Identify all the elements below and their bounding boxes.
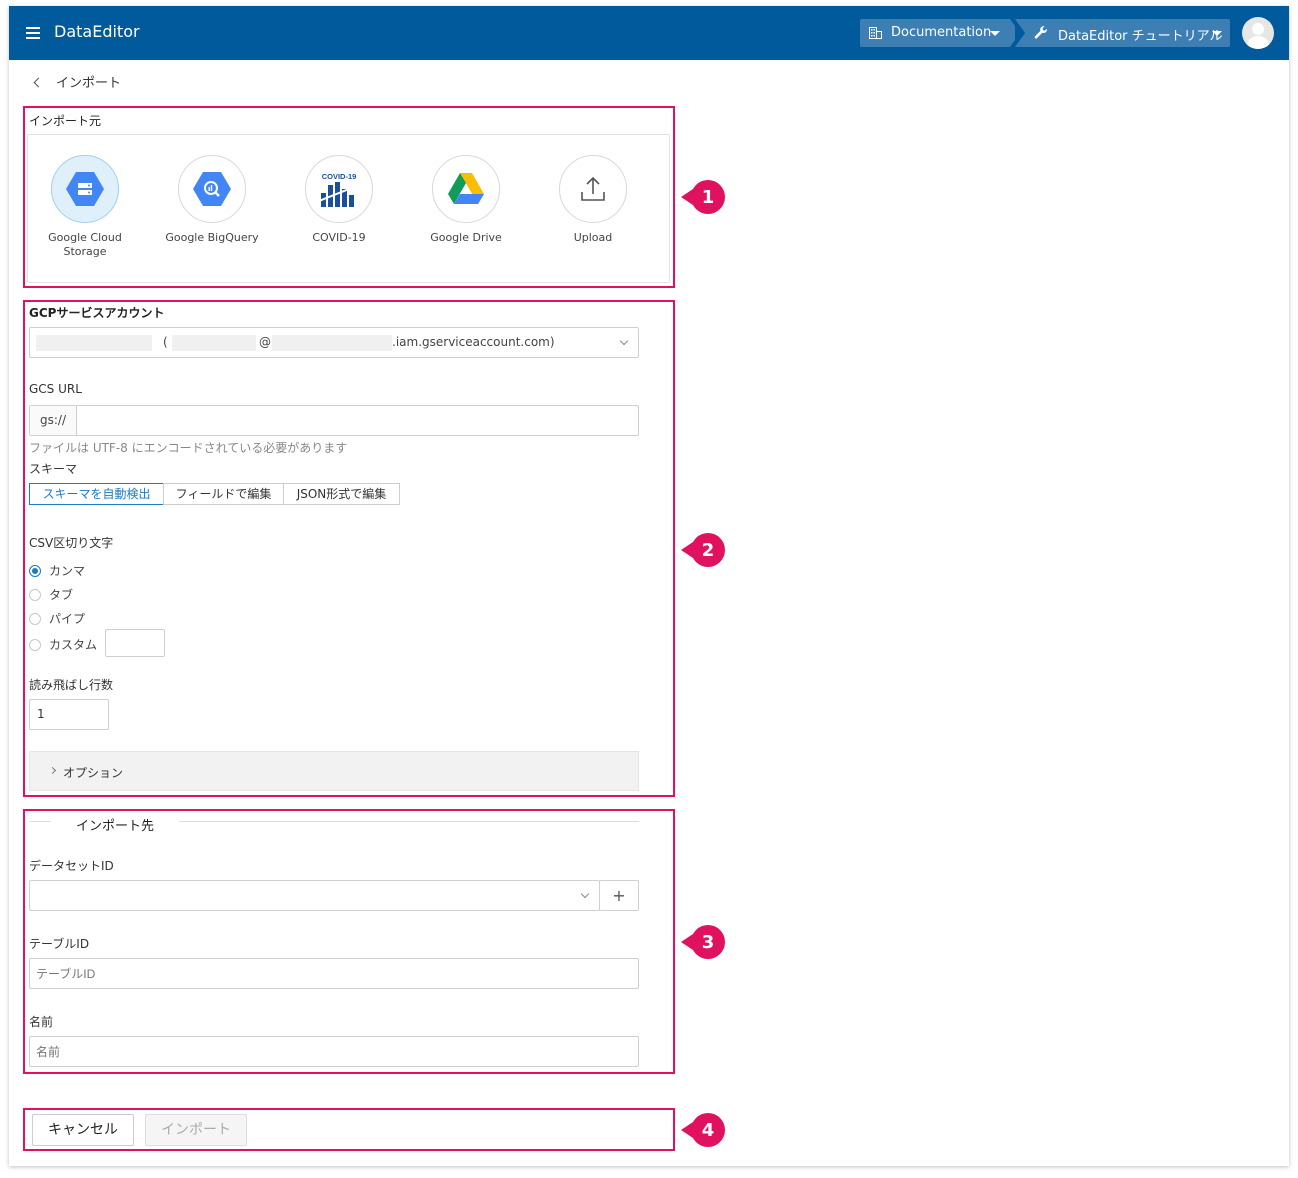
back-chevron-icon[interactable] bbox=[33, 77, 44, 88]
gcs-url-input[interactable]: gs:// bbox=[29, 405, 639, 436]
hamburger-menu-icon[interactable] bbox=[26, 27, 40, 39]
caret-down-icon bbox=[1212, 31, 1222, 36]
google-drive-icon bbox=[448, 173, 484, 204]
callout-badge-4: 4 bbox=[681, 1113, 725, 1147]
chevron-right-icon bbox=[48, 766, 57, 775]
skip-rows-input[interactable]: 1 bbox=[29, 699, 109, 730]
source-options: Google Cloud Storage Google BigQuery COV… bbox=[27, 134, 670, 283]
schema-tab-fields[interactable]: フィールドで編集 bbox=[163, 483, 284, 505]
covid19-icon: COVID-19 bbox=[319, 172, 359, 207]
dataset-id-select[interactable] bbox=[29, 880, 600, 911]
user-avatar[interactable] bbox=[1242, 17, 1274, 49]
callout-badge-3: 3 bbox=[681, 925, 725, 959]
page-header: インポート bbox=[33, 72, 122, 91]
source-option-label: Google BigQuery bbox=[165, 231, 259, 244]
service-account-select[interactable]: ( @ .iam.gserviceaccount.com) bbox=[29, 327, 639, 358]
gcs-url-label: GCS URL bbox=[29, 382, 82, 396]
schema-label: スキーマ bbox=[29, 462, 78, 476]
skip-rows-label: 読み飛ばし行数 bbox=[29, 678, 114, 692]
bigquery-icon bbox=[193, 172, 231, 206]
custom-delimiter-input[interactable] bbox=[105, 629, 165, 657]
cancel-button[interactable]: キャンセル bbox=[32, 1114, 134, 1146]
radio-button[interactable] bbox=[29, 638, 41, 651]
source-section-label: インポート元 bbox=[29, 114, 102, 128]
import-button[interactable]: インポート bbox=[145, 1114, 247, 1146]
breadcrumb-project-label: Documentation bbox=[891, 25, 992, 40]
divider bbox=[179, 821, 639, 822]
page-title: インポート bbox=[56, 76, 122, 91]
table-id-input[interactable] bbox=[29, 958, 639, 989]
destination-section-label: インポート先 bbox=[76, 819, 155, 834]
app-window: DataEditor Documentation DataEditor チュート… bbox=[9, 6, 1289, 1166]
gcs-url-hint: ファイルは UTF-8 にエンコードされている必要があります bbox=[29, 441, 348, 455]
wrench-icon bbox=[1034, 26, 1047, 39]
breadcrumb-workspace-label: DataEditor チュートリアル bbox=[1058, 29, 1223, 44]
redacted-text bbox=[272, 335, 392, 351]
source-option-covid19[interactable]: COVID-19 COVID-19 bbox=[284, 155, 394, 245]
caret-down-icon bbox=[990, 31, 1000, 36]
source-option-label: COVID-19 bbox=[312, 231, 366, 244]
schema-tab-auto-detect[interactable]: スキーマを自動検出 bbox=[29, 483, 164, 505]
name-input[interactable] bbox=[29, 1036, 639, 1067]
top-bar: DataEditor Documentation DataEditor チュート… bbox=[9, 6, 1289, 60]
chevron-down-icon bbox=[580, 889, 590, 899]
service-account-label: GCPサービスアカウント bbox=[29, 306, 165, 320]
name-label: 名前 bbox=[29, 1015, 54, 1029]
source-option-google-drive[interactable]: Google Drive bbox=[411, 155, 521, 245]
options-label: オプション bbox=[63, 766, 124, 780]
radio-button[interactable] bbox=[29, 612, 41, 625]
source-option-label: Google Cloud Storage bbox=[48, 231, 122, 258]
source-option-label: Google Drive bbox=[430, 231, 502, 244]
delimiter-label: タブ bbox=[49, 588, 74, 602]
chevron-down-icon bbox=[619, 336, 629, 346]
breadcrumb-workspace[interactable]: DataEditor チュートリアル bbox=[1015, 19, 1230, 47]
account-text-domain: .iam.gserviceaccount.com) bbox=[392, 335, 555, 349]
account-text-at: @ bbox=[259, 335, 271, 349]
source-option-label: Upload bbox=[573, 231, 613, 244]
upload-icon bbox=[581, 176, 605, 201]
building-icon bbox=[869, 27, 882, 39]
add-dataset-button[interactable]: + bbox=[599, 880, 639, 911]
delimiter-option-tab[interactable]: タブ bbox=[29, 586, 73, 603]
csv-delimiter-label: CSV区切り文字 bbox=[29, 536, 114, 550]
svg-text:COVID-19: COVID-19 bbox=[322, 172, 357, 181]
table-id-label: テーブルID bbox=[29, 937, 90, 951]
radio-button[interactable] bbox=[29, 564, 41, 577]
dataset-id-label: データセットID bbox=[29, 859, 114, 873]
source-option-upload[interactable]: Upload bbox=[538, 155, 648, 245]
delimiter-label: カスタム bbox=[49, 638, 98, 652]
redacted-text bbox=[172, 335, 256, 351]
delimiter-option-custom[interactable]: カスタム bbox=[29, 636, 97, 653]
account-text-paren: ( bbox=[163, 335, 168, 349]
source-option-bigquery[interactable]: Google BigQuery bbox=[157, 155, 267, 245]
callout-box-2 bbox=[23, 300, 675, 797]
delimiter-option-comma[interactable]: カンマ bbox=[29, 562, 85, 579]
callout-badge-1: 1 bbox=[681, 180, 725, 214]
schema-tab-json[interactable]: JSON形式で編集 bbox=[283, 483, 400, 505]
app-title: DataEditor bbox=[54, 22, 140, 41]
redacted-text bbox=[36, 335, 152, 351]
source-option-gcs[interactable]: Google Cloud Storage bbox=[30, 155, 140, 259]
divider bbox=[29, 821, 51, 822]
gcs-icon bbox=[66, 172, 104, 206]
callout-badge-2: 2 bbox=[681, 533, 725, 567]
delimiter-label: パイプ bbox=[49, 612, 86, 626]
delimiter-option-pipe[interactable]: パイプ bbox=[29, 610, 85, 627]
gcs-url-prefix: gs:// bbox=[30, 406, 77, 435]
breadcrumb-project[interactable]: Documentation bbox=[860, 19, 1020, 47]
options-panel[interactable]: オプション bbox=[29, 751, 639, 791]
radio-button[interactable] bbox=[29, 588, 41, 601]
callout-box-3 bbox=[23, 809, 675, 1074]
delimiter-label: カンマ bbox=[49, 564, 86, 578]
